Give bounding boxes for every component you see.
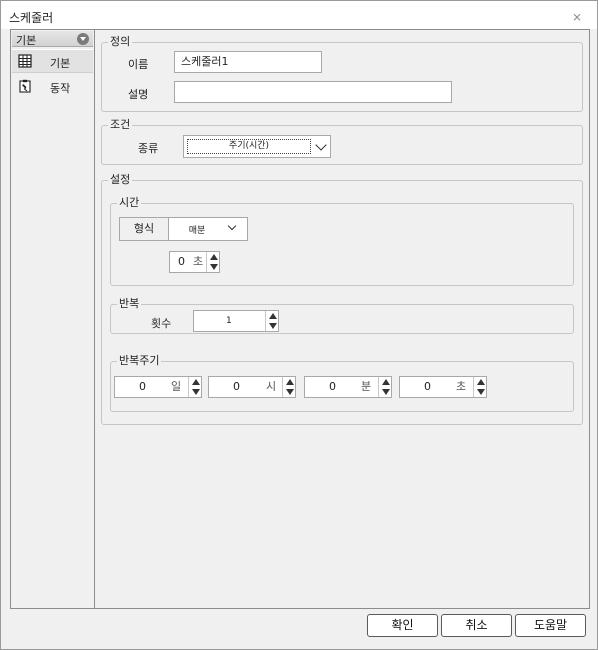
hours-value: 0 <box>233 380 240 393</box>
sidebar: 기본 기본 동작 <box>11 30 95 608</box>
sidebar-header-label: 기본 <box>16 34 37 47</box>
arrow-up-icon[interactable] <box>192 379 200 385</box>
arrow-down-icon[interactable] <box>269 323 277 329</box>
type-label: 종류 <box>138 142 159 155</box>
format-label: 형식 <box>119 217 169 241</box>
period-days-spinner[interactable]: 0 일 <box>114 376 202 398</box>
ok-button[interactable]: 확인 <box>367 614 438 637</box>
settings-group: 설정 시간 형식 매분 0 초 반복 횟수 1 반복주기 0 일 0 시 0 분… <box>101 173 583 425</box>
collapse-toggle-icon[interactable] <box>77 33 89 45</box>
period-seconds-value: 0 <box>424 380 431 393</box>
spinner-buttons[interactable] <box>282 377 295 397</box>
group-legend: 반복 <box>117 297 142 311</box>
spinner-buttons[interactable] <box>206 252 219 272</box>
arrow-up-icon[interactable] <box>382 379 390 385</box>
sidebar-item-action[interactable]: 동작 <box>12 75 93 99</box>
definition-group: 정의 이름 스케줄러1 설명 <box>101 35 583 112</box>
dialog-body: 기본 기본 동작 정의 이름 스케줄러1 설명 조건 종류 주기(시간) 설정 … <box>10 29 590 637</box>
sidebar-item-basic[interactable]: 기본 <box>12 49 93 73</box>
sidebar-item-label: 동작 <box>50 82 71 95</box>
group-legend: 조건 <box>108 118 133 132</box>
arrow-up-icon[interactable] <box>269 313 277 319</box>
format-select[interactable]: 매분 <box>168 217 248 241</box>
help-button[interactable]: 도움말 <box>515 614 586 637</box>
spinner-buttons[interactable] <box>473 377 486 397</box>
days-unit: 일 <box>171 380 182 393</box>
description-label: 설명 <box>128 88 149 101</box>
group-legend: 정의 <box>108 35 133 49</box>
spinner-buttons[interactable] <box>265 311 278 331</box>
arrow-up-icon[interactable] <box>210 254 218 260</box>
seconds-unit: 초 <box>193 255 204 268</box>
arrow-down-icon[interactable] <box>286 389 294 395</box>
minutes-value: 0 <box>329 380 336 393</box>
seconds-value: 0 <box>178 255 185 268</box>
chevron-down-icon <box>227 221 237 231</box>
cancel-button[interactable]: 취소 <box>441 614 512 637</box>
condition-group: 조건 종류 주기(시간) <box>101 118 583 165</box>
repeat-group: 반복 횟수 1 <box>110 297 574 334</box>
period-seconds-unit: 초 <box>456 380 467 393</box>
arrow-down-icon[interactable] <box>477 389 485 395</box>
time-group: 시간 형식 매분 0 초 <box>110 196 574 286</box>
description-input[interactable] <box>174 81 452 103</box>
title-bar: 스케줄러 ⨯ <box>1 1 597 29</box>
count-value: 1 <box>226 316 232 326</box>
period-minutes-spinner[interactable]: 0 분 <box>304 376 392 398</box>
divider <box>11 608 589 609</box>
days-value: 0 <box>139 380 146 393</box>
minutes-unit: 분 <box>361 380 372 393</box>
arrow-up-icon[interactable] <box>477 379 485 385</box>
name-input[interactable]: 스케줄러1 <box>174 51 322 73</box>
table-grid-icon <box>18 54 32 68</box>
scheduler-dialog: 스케줄러 ⨯ 기본 기본 동작 정의 이름 스케줄러1 설명 조건 종류 주기(… <box>0 0 598 650</box>
type-select-value: 주기(시간) <box>187 139 311 154</box>
count-spinner[interactable]: 1 <box>193 310 279 332</box>
chevron-down-icon <box>315 139 327 151</box>
arrow-down-icon[interactable] <box>210 264 218 270</box>
format-select-value: 매분 <box>188 226 206 236</box>
type-select[interactable]: 주기(시간) <box>183 135 331 158</box>
arrow-down-icon[interactable] <box>192 389 200 395</box>
name-label: 이름 <box>128 58 149 71</box>
period-hours-spinner[interactable]: 0 시 <box>208 376 296 398</box>
group-legend: 반복주기 <box>117 354 162 368</box>
sidebar-header[interactable]: 기본 <box>12 31 93 47</box>
group-legend: 시간 <box>117 196 142 210</box>
spinner-buttons[interactable] <box>378 377 391 397</box>
spinner-buttons[interactable] <box>188 377 201 397</box>
period-group: 반복주기 0 일 0 시 0 분 0 초 <box>110 354 574 412</box>
close-icon[interactable]: ⨯ <box>571 11 583 23</box>
period-seconds-spinner[interactable]: 0 초 <box>399 376 487 398</box>
arrow-down-icon[interactable] <box>382 389 390 395</box>
seconds-spinner[interactable]: 0 초 <box>169 251 220 273</box>
arrow-up-icon[interactable] <box>286 379 294 385</box>
sidebar-item-label: 기본 <box>50 57 71 70</box>
task-clipboard-icon <box>19 79 31 93</box>
hours-unit: 시 <box>266 380 277 393</box>
count-label: 횟수 <box>151 317 172 330</box>
window-title: 스케줄러 <box>9 11 54 25</box>
group-legend: 설정 <box>108 173 133 187</box>
